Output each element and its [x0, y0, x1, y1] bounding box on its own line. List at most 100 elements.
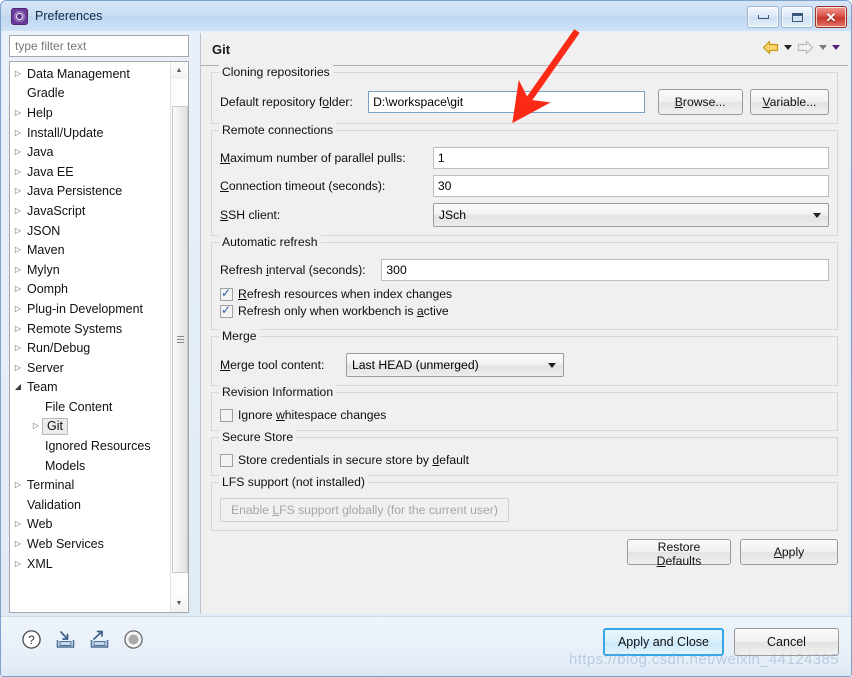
expander-expand-icon[interactable] [10, 481, 26, 489]
expander-expand-icon[interactable] [10, 168, 26, 176]
export-icon[interactable] [89, 629, 110, 650]
scroll-up-button[interactable]: ▲ [171, 62, 187, 79]
enable-lfs-support-button[interactable]: Enable LFS support globally (for the cur… [220, 498, 509, 522]
tree-item-label: Plug-in Development [27, 301, 144, 316]
title-bar: Preferences ✕ [1, 1, 851, 31]
expander-expand-icon[interactable] [10, 227, 26, 235]
store-credentials-checkbox[interactable] [220, 453, 233, 467]
tree-item-javascript[interactable]: JavaScript [10, 201, 168, 221]
expander-expand-icon[interactable] [10, 207, 26, 215]
filter-input[interactable] [9, 35, 189, 57]
tree-vertical-scrollbar[interactable]: ▲ ▼ [170, 62, 188, 612]
tree-item-help[interactable]: Help [10, 103, 168, 123]
tree-item-label: Web Services [27, 537, 104, 552]
restore-defaults-button[interactable]: Restore Defaults [627, 539, 731, 568]
ignore-whitespace-row[interactable]: Ignore whitespace changes [220, 408, 829, 422]
forward-arrow-icon [797, 40, 814, 55]
refresh-on-index-change-row[interactable]: Refresh resources when index changes [220, 286, 829, 301]
group-cloning-repositories: Cloning repositories Default repository … [211, 65, 838, 124]
tree-item-web[interactable]: Web [10, 515, 168, 535]
max-parallel-pulls-input[interactable] [432, 147, 829, 169]
tree-item-gradle[interactable]: Gradle [10, 84, 168, 104]
refresh-on-index-change-checkbox[interactable] [220, 286, 233, 301]
tree-item-java-ee[interactable]: Java EE [10, 162, 168, 182]
tree-item-data-management[interactable]: Data Management [10, 64, 168, 84]
import-icon[interactable] [55, 629, 76, 650]
expander-expand-icon[interactable] [10, 520, 26, 528]
tree-item-team[interactable]: Team [10, 378, 168, 398]
minimize-button[interactable] [747, 6, 779, 28]
connection-timeout-input[interactable] [432, 175, 829, 197]
close-button[interactable]: ✕ [815, 6, 847, 28]
expander-expand-icon[interactable] [10, 109, 26, 117]
refresh-interval-input[interactable] [381, 259, 829, 281]
tree-item-label: Run/Debug [27, 341, 91, 356]
ignore-whitespace-checkbox[interactable] [220, 408, 233, 422]
expander-expand-icon[interactable] [10, 285, 26, 293]
expander-expand-icon[interactable] [10, 325, 26, 333]
store-credentials-row[interactable]: Store credentials in secure store by def… [220, 453, 829, 467]
expander-expand-icon[interactable] [10, 246, 26, 254]
group-secure-store: Secure Store Store credentials in secure… [211, 430, 838, 476]
tree-item-web-services[interactable]: Web Services [10, 534, 168, 554]
chevron-down-icon[interactable] [808, 212, 825, 218]
expander-expand-icon[interactable] [10, 148, 26, 156]
tree-item-remote-systems[interactable]: Remote Systems [10, 319, 168, 339]
tree-item-label: Data Management [27, 66, 130, 81]
group-title-secure-store: Secure Store [219, 430, 297, 444]
tree-item-models[interactable]: Models [10, 456, 168, 476]
browse-button[interactable]: Browse... [657, 89, 743, 115]
expander-expand-icon[interactable] [10, 305, 26, 313]
tree-item-terminal[interactable]: Terminal [10, 475, 168, 495]
ssh-client-value: JSch [438, 208, 466, 222]
expander-expand-icon[interactable] [10, 70, 26, 78]
tree-item-java-persistence[interactable]: Java Persistence [10, 182, 168, 202]
tree-item-maven[interactable]: Maven [10, 240, 168, 260]
tree-item-java[interactable]: Java [10, 142, 168, 162]
ignore-whitespace-label: Ignore whitespace changes [238, 408, 387, 422]
tree-item-xml[interactable]: XML [10, 554, 168, 574]
chevron-down-icon[interactable] [543, 362, 560, 368]
tree-item-validation[interactable]: Validation [10, 495, 168, 515]
refresh-only-active-label: Refresh only when workbench is active [238, 304, 449, 318]
expander-expand-icon[interactable] [10, 364, 26, 372]
preferences-dialog: Preferences ✕ Data Management Gradle Help I… [0, 0, 852, 677]
refresh-only-active-checkbox[interactable] [220, 303, 233, 318]
tree-item-oomph[interactable]: Oomph [10, 280, 168, 300]
window-controls: ✕ [747, 6, 847, 28]
tree-item-file-content[interactable]: File Content [10, 397, 168, 417]
default-repo-folder-input[interactable] [368, 91, 645, 113]
tree-item-mylyn[interactable]: Mylyn [10, 260, 168, 280]
tree-item-run-debug[interactable]: Run/Debug [10, 338, 168, 358]
vertical-scroll-thumb[interactable] [172, 106, 188, 573]
watermark-text: https://blog.csdn.net/weixin_44124385 [569, 651, 839, 668]
expander-expand-icon[interactable] [10, 266, 26, 274]
maximize-button[interactable] [781, 6, 813, 28]
help-question-icon[interactable]: ? [21, 629, 42, 650]
expander-expand-icon[interactable] [10, 129, 26, 137]
ssh-client-select[interactable]: JSch [432, 203, 829, 227]
tree-item-json[interactable]: JSON [10, 221, 168, 241]
apply-button[interactable]: Apply [740, 539, 838, 565]
tree-item-git[interactable]: Git [10, 417, 168, 437]
tree-item-label: Git [42, 417, 68, 435]
preferences-gear-icon [11, 7, 28, 25]
tree-item-plug-in-development[interactable]: Plug-in Development [10, 299, 168, 319]
expander-expand-icon[interactable] [10, 344, 26, 352]
expander-expand-icon[interactable] [10, 187, 26, 195]
back-arrow-icon[interactable] [762, 40, 779, 55]
refresh-only-active-row[interactable]: Refresh only when workbench is active [220, 303, 829, 318]
expander-expand-icon[interactable] [10, 560, 26, 568]
tree-item-install-update[interactable]: Install/Update [10, 123, 168, 143]
view-menu-chevron-down-icon[interactable] [832, 45, 840, 50]
expander-collapse-icon[interactable] [10, 383, 26, 391]
merge-tool-content-select[interactable]: Last HEAD (unmerged) [346, 353, 564, 377]
status-circle-icon[interactable] [123, 629, 144, 650]
tree-item-server[interactable]: Server [10, 358, 168, 378]
tree-item-ignored-resources[interactable]: Ignored Resources [10, 436, 168, 456]
expander-expand-icon[interactable] [10, 540, 26, 548]
tree-item-label: Java [27, 145, 54, 160]
scroll-down-button[interactable]: ▼ [171, 595, 187, 612]
back-history-chevron-down-icon[interactable] [784, 45, 792, 50]
variable-button[interactable]: Variable... [749, 89, 829, 115]
